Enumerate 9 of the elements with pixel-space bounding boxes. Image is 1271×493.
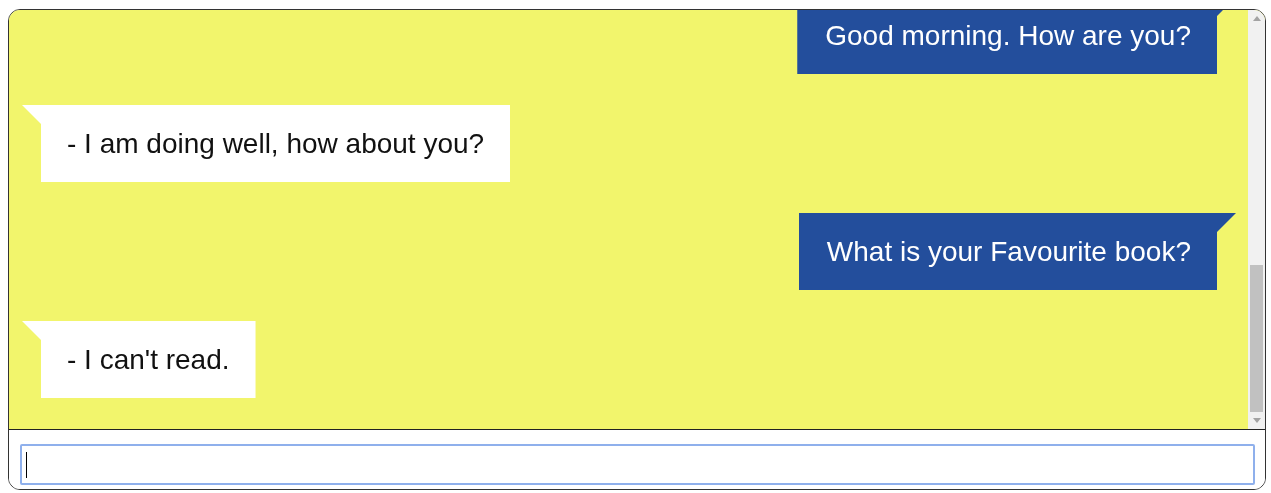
received-message-bubble: - I can't read. bbox=[22, 321, 256, 398]
message-input-field[interactable] bbox=[20, 444, 1255, 485]
received-message-bubble: - I am doing well, how about you? bbox=[22, 105, 511, 182]
text-caret-icon bbox=[26, 452, 27, 478]
scroll-down-arrow-icon[interactable] bbox=[1252, 418, 1261, 423]
scrollbar-thumb[interactable] bbox=[1250, 265, 1263, 412]
scroll-up-arrow-icon[interactable] bbox=[1252, 16, 1261, 21]
sent-message-bubble: What is your Favourite book? bbox=[798, 213, 1236, 290]
scrollbar[interactable] bbox=[1248, 10, 1265, 429]
